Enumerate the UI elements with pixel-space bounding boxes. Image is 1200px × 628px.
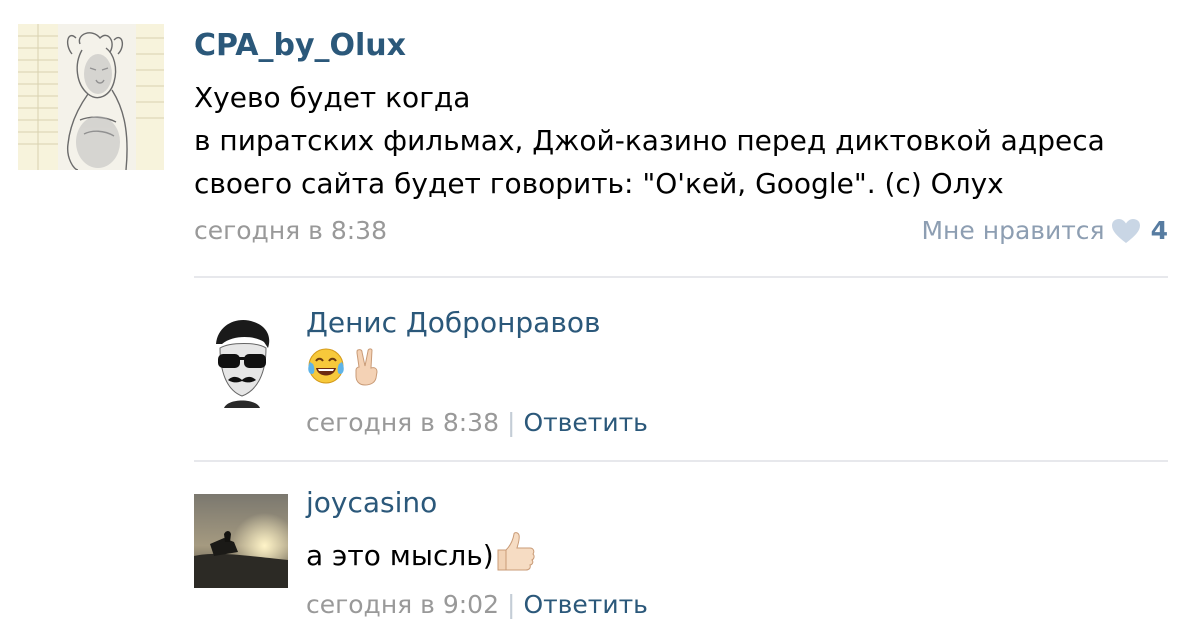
- comment-author-name[interactable]: joycasino: [306, 486, 437, 519]
- post-text-line: Хуево будет когда: [194, 81, 471, 114]
- thumbs-up-emoji-icon: [494, 530, 538, 581]
- comment-meta: сегодня в 8:38 | Ответить: [306, 408, 648, 437]
- comment-divider: [194, 460, 1168, 462]
- avatar-photo: [194, 314, 288, 408]
- like-button[interactable]: Мне нравится 4: [921, 216, 1168, 245]
- reply-link[interactable]: Ответить: [523, 408, 647, 437]
- comment-author-name[interactable]: Денис Добронравов: [306, 306, 600, 339]
- post-date[interactable]: сегодня в 8:38: [194, 216, 387, 245]
- post-divider: [194, 276, 1168, 278]
- comment-text: а это мысль): [306, 530, 538, 581]
- comment-author-avatar[interactable]: [194, 314, 288, 408]
- tears-of-joy-emoji-icon: [306, 346, 346, 393]
- avatar-photo: [194, 494, 288, 588]
- avatar-sketch-image: [18, 24, 164, 170]
- post-author-avatar[interactable]: [18, 24, 164, 170]
- comment-text: [306, 346, 386, 393]
- like-label: Мне нравится: [921, 216, 1105, 245]
- comment-date[interactable]: сегодня в 8:38: [306, 408, 499, 437]
- comment-text-content: а это мысль): [306, 539, 494, 572]
- comment-author-avatar[interactable]: [194, 494, 288, 588]
- post-author-name[interactable]: CPA_by_Olux: [194, 28, 406, 63]
- post-text-line: в пиратских фильмах, Джой-казино перед д…: [194, 124, 1105, 157]
- meta-separator: |: [507, 408, 516, 437]
- like-count: 4: [1150, 216, 1168, 245]
- meta-separator: |: [507, 590, 516, 619]
- heart-icon: [1111, 218, 1141, 244]
- reply-link[interactable]: Ответить: [523, 590, 647, 619]
- comment-meta: сегодня в 9:02 | Ответить: [306, 590, 648, 619]
- post-text: Хуево будет когда в пиратских фильмах, Д…: [194, 76, 1174, 205]
- victory-hand-emoji-icon: [346, 346, 386, 393]
- post-text-line: своего сайта будет говорить: "О'кей, Goo…: [194, 167, 1004, 200]
- comment-date[interactable]: сегодня в 9:02: [306, 590, 499, 619]
